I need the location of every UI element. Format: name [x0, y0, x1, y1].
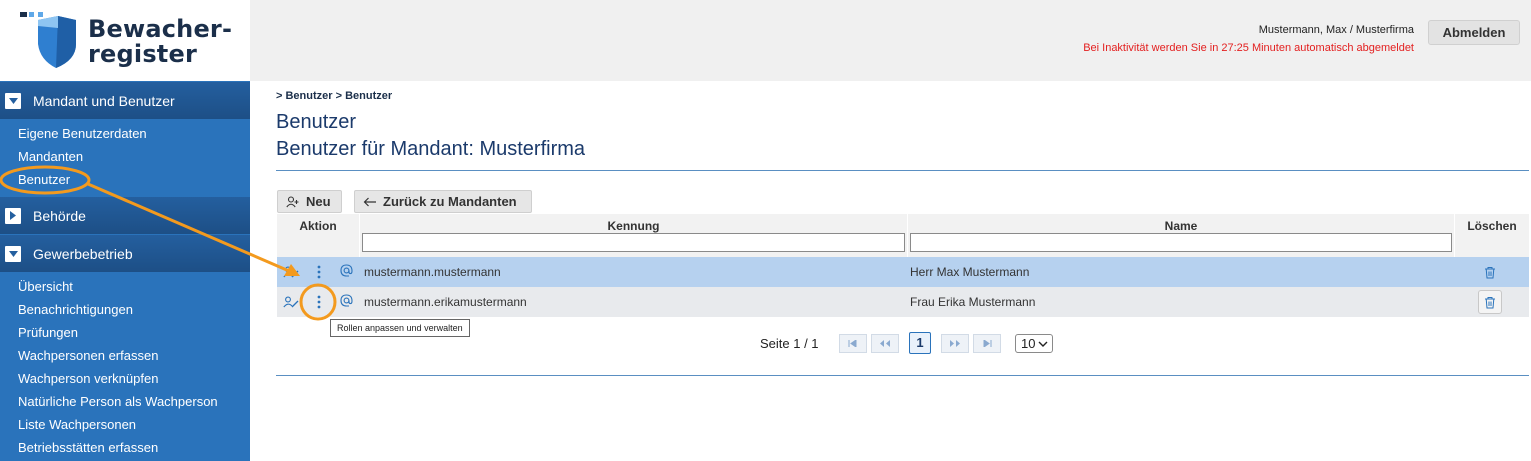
back-to-mandanten-button[interactable]: Zurück zu Mandanten	[354, 190, 532, 213]
edit-user-button[interactable]	[280, 291, 302, 313]
breadcrumb: > Benutzer > Benutzer	[276, 90, 393, 102]
roles-menu-button[interactable]	[308, 261, 330, 283]
logo-line-1: Bewacher-	[88, 15, 233, 43]
sidebar: Bewacher- register Mandant und Benutzer …	[0, 0, 250, 461]
at-sign-icon	[339, 293, 353, 307]
col-label-kennung: Kennung	[607, 219, 660, 233]
delete-user-button[interactable]	[1478, 260, 1502, 284]
next-page-icon	[950, 340, 960, 347]
col-header-aktion: Aktion	[277, 214, 360, 257]
add-user-icon	[286, 195, 299, 207]
divider-top	[276, 170, 1529, 171]
more-vertical-icon	[317, 295, 321, 309]
chevron-down-icon	[1038, 341, 1048, 347]
sidebar-item-liste-wachpersonen[interactable]: Liste Wachpersonen	[0, 413, 250, 436]
sidebar-item-uebersicht[interactable]: Übersicht	[0, 275, 250, 298]
table-header: Aktion Kennung Name Löschen	[277, 214, 1529, 257]
email-button[interactable]	[335, 259, 357, 281]
shield-logo-icon	[20, 12, 76, 68]
name-filter-input[interactable]	[910, 233, 1452, 252]
table-row[interactable]: mustermann.mustermann Herr Max Musterman…	[277, 257, 1529, 287]
back-label: Zurück zu Mandanten	[383, 194, 517, 209]
col-label-loeschen: Löschen	[1467, 219, 1517, 233]
collapse-toggle-icon	[5, 92, 21, 109]
page-subtitle: Benutzer für Mandant: Musterfirma	[276, 138, 586, 160]
top-bar: Mustermann, Max / Musterfirma Bei Inakti…	[250, 0, 1531, 81]
trash-icon	[1485, 266, 1495, 278]
cell-kennung: mustermann.erikamustermann	[364, 295, 527, 309]
col-label-aktion: Aktion	[299, 219, 337, 233]
table-row[interactable]: mustermann.erikamustermann Frau Erika Mu…	[277, 287, 1529, 317]
cell-name: Herr Max Mustermann	[910, 265, 1030, 279]
divider-bottom	[276, 375, 1529, 376]
nav-section-behoerde[interactable]: Behörde	[0, 197, 250, 234]
user-edit-icon	[283, 266, 299, 278]
sidebar-item-natuerliche-person[interactable]: Natürliche Person als Wachperson	[0, 390, 250, 413]
sidebar-item-mandanten[interactable]: Mandanten	[0, 145, 250, 168]
kennung-filter-input[interactable]	[362, 233, 905, 252]
logout-button[interactable]: Abmelden	[1428, 20, 1520, 45]
logo-area: Bewacher- register	[0, 0, 250, 81]
pager-label: Seite 1 / 1	[760, 336, 819, 351]
sidebar-item-benachrichtigungen[interactable]: Benachrichtigungen	[0, 298, 250, 321]
next-page-button[interactable]	[941, 334, 969, 353]
current-user-label: Mustermann, Max / Musterfirma	[1258, 24, 1414, 36]
sidebar-item-betriebsstaetten-erfassen[interactable]: Betriebsstätten erfassen	[0, 436, 250, 459]
edit-user-button[interactable]	[280, 261, 302, 283]
app-logo-text: Bewacher- register	[88, 17, 232, 67]
new-user-label: Neu	[306, 194, 331, 209]
trash-icon	[1485, 296, 1495, 308]
delete-user-button[interactable]	[1478, 290, 1502, 314]
collapse-toggle-icon	[5, 245, 21, 262]
logo-line-2: register	[88, 40, 197, 68]
col-header-kennung[interactable]: Kennung	[360, 214, 908, 257]
col-header-name[interactable]: Name	[908, 214, 1455, 257]
nav-section-mandant-und-benutzer[interactable]: Mandant und Benutzer	[0, 82, 250, 119]
page-size-select[interactable]: 10	[1015, 334, 1053, 353]
last-page-icon	[983, 340, 992, 347]
col-label-name: Name	[1164, 219, 1198, 233]
roles-menu-button[interactable]	[308, 291, 330, 313]
first-page-button[interactable]	[839, 334, 867, 353]
arrow-left-icon	[363, 197, 376, 206]
nav-section-label: Gewerbebetrieb	[33, 245, 133, 262]
col-header-loeschen: Löschen	[1455, 214, 1529, 257]
last-page-button[interactable]	[973, 334, 1001, 353]
page-title: Benutzer	[276, 111, 357, 133]
sidebar-item-wachperson-verknuepfen[interactable]: Wachperson verknüpfen	[0, 367, 250, 390]
nav-section-label: Mandant und Benutzer	[33, 92, 175, 109]
at-sign-icon	[339, 263, 353, 277]
nav-section-label: Behörde	[33, 207, 86, 224]
prev-page-icon	[880, 340, 890, 347]
first-page-icon	[848, 340, 857, 347]
nav-section-gewerbebetrieb[interactable]: Gewerbebetrieb	[0, 235, 250, 272]
sidebar-item-wachpersonen-erfassen[interactable]: Wachpersonen erfassen	[0, 344, 250, 367]
email-button[interactable]	[335, 289, 357, 311]
inactivity-warning: Bei Inaktivität werden Sie in 27:25 Minu…	[1083, 42, 1414, 54]
page-size-value: 10	[1021, 336, 1036, 351]
new-user-button[interactable]: Neu	[277, 190, 342, 213]
tooltip: Rollen anpassen und verwalten	[330, 319, 470, 337]
more-vertical-icon	[317, 265, 321, 279]
sidebar-item-pruefungen[interactable]: Prüfungen	[0, 321, 250, 344]
sidebar-item-eigene-benutzerdaten[interactable]: Eigene Benutzerdaten	[0, 122, 250, 145]
prev-page-button[interactable]	[871, 334, 899, 353]
expand-toggle-icon	[5, 207, 21, 224]
nav-items-gewerbebetrieb: Übersicht Benachrichtigungen Prüfungen W…	[0, 275, 250, 459]
sidebar-item-benutzer[interactable]: Benutzer	[0, 168, 250, 191]
current-page-button[interactable]: 1	[909, 332, 931, 354]
cell-kennung: mustermann.mustermann	[364, 265, 501, 279]
nav-items-mandant: Eigene Benutzerdaten Mandanten Benutzer	[0, 122, 250, 191]
user-edit-icon	[283, 296, 299, 308]
cell-name: Frau Erika Mustermann	[910, 295, 1036, 309]
